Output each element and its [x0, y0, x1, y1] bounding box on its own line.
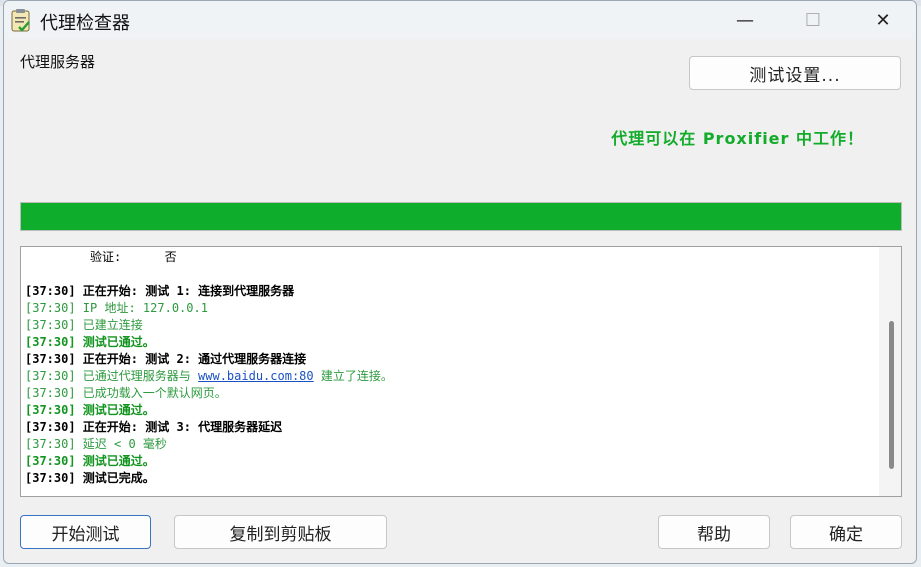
log-line: [37:30] 测试已通过。: [25, 403, 155, 417]
ok-button[interactable]: 确定: [790, 515, 902, 549]
log-link[interactable]: www.baidu.com:80: [198, 369, 314, 383]
close-button[interactable]: ✕: [848, 1, 916, 39]
proxy-checker-window: 代理检查器 — ☐ ✕ 代理服务器 测试设置... 代理可以在 Proxifie…: [3, 0, 917, 564]
clipboard-check-icon: [11, 9, 30, 32]
status-message: 代理可以在 Proxifier 中工作！: [611, 129, 864, 148]
log-line: [37:30] 延迟 < 0 毫秒: [25, 437, 167, 451]
log-line: 验证: 否: [25, 250, 177, 264]
log-scrollbar[interactable]: [879, 247, 901, 496]
title-bar[interactable]: 代理检查器 — ☐ ✕: [4, 1, 916, 39]
log-line-text: 建立了连接。: [313, 369, 393, 383]
progress-fill: [21, 203, 901, 230]
log-line: [37:30] 已成功载入一个默认网页。: [25, 386, 227, 400]
log-line: [37:30] 测试已通过。: [25, 335, 155, 349]
maximize-button[interactable]: ☐: [778, 1, 848, 39]
log-line: [37:30] 正在开始: 测试 1: 连接到代理服务器: [25, 284, 295, 298]
window-title: 代理检查器: [40, 13, 130, 34]
proxy-server-label: 代理服务器: [20, 53, 96, 71]
help-button[interactable]: 帮助: [658, 515, 770, 549]
test-settings-button[interactable]: 测试设置...: [689, 56, 901, 90]
log-line: [37:30] 已建立连接: [25, 318, 143, 332]
scrollbar-thumb[interactable]: [889, 321, 894, 469]
minimize-button[interactable]: —: [710, 1, 780, 39]
log-line: [37:30] 已通过代理服务器与 www.baidu.com:80 建立了连接…: [25, 368, 870, 385]
log-output[interactable]: 验证: 否 [37:30] 正在开始: 测试 1: 连接到代理服务器 [37:30]…: [20, 246, 902, 497]
log-line: [37:30] 测试已通过。: [25, 454, 155, 468]
log-line-text: [37:30] 已通过代理服务器与: [25, 369, 199, 383]
log-line: [37:30] 正在开始: 测试 2: 通过代理服务器连接: [25, 352, 307, 366]
start-test-button[interactable]: 开始测试: [20, 515, 151, 549]
copy-to-clipboard-button[interactable]: 复制到剪贴板: [174, 515, 387, 549]
log-lines: 验证: 否 [37:30] 正在开始: 测试 1: 连接到代理服务器 [37:30]…: [25, 249, 870, 487]
progress-bar: [20, 202, 902, 231]
log-line: [37:30] 测试已完成。: [25, 471, 155, 485]
log-line: [37:30] IP 地址: 127.0.0.1: [25, 301, 208, 315]
log-line: [37:30] 正在开始: 测试 3: 代理服务器延迟: [25, 420, 283, 434]
